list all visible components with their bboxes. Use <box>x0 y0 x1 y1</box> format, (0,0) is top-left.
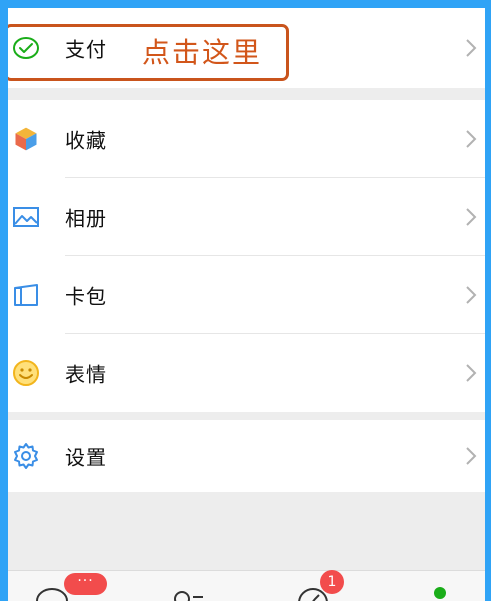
menu-item-cards[interactable]: 卡包 <box>8 256 485 333</box>
card-wallet-icon <box>14 283 38 306</box>
menu-item-stickers[interactable]: 表情 <box>8 334 485 411</box>
menu-item-label: 设置 <box>65 445 107 470</box>
chevron-right-icon <box>466 39 477 57</box>
callout-text: 点击这里 <box>142 36 263 69</box>
album-picture-icon <box>13 206 39 227</box>
screenshot-frame: 支付 点击这里 收藏 相册 卡包 表情 设置 ··· 1 <box>0 0 491 601</box>
me-page: 支付 点击这里 收藏 相册 卡包 表情 设置 ··· 1 <box>8 8 485 601</box>
chevron-right-icon <box>466 129 477 148</box>
chevron-right-icon <box>466 447 477 465</box>
menu-item-label: 表情 <box>65 362 107 386</box>
menu-item-label: 卡包 <box>65 284 107 308</box>
smiley-icon <box>13 359 39 386</box>
chevron-right-icon <box>466 363 477 382</box>
settings-group: 设置 <box>8 420 485 492</box>
menu-item-album[interactable]: 相册 <box>8 178 485 255</box>
menu-item-label: 收藏 <box>65 128 107 152</box>
contacts-icon[interactable] <box>168 583 208 601</box>
chevron-right-icon <box>466 207 477 226</box>
main-menu-group: 收藏 相册 卡包 表情 <box>8 100 485 412</box>
discover-unread-badge: 1 <box>320 570 344 594</box>
favorites-cube-icon <box>14 125 38 152</box>
gear-icon <box>14 443 38 469</box>
me-icon[interactable] <box>418 583 458 601</box>
menu-item-settings[interactable]: 设置 <box>8 420 485 492</box>
chevron-right-icon <box>466 285 477 304</box>
chats-unread-badge: ··· <box>64 573 107 595</box>
menu-item-label: 相册 <box>65 206 107 230</box>
menu-item-favorites[interactable]: 收藏 <box>8 100 485 177</box>
